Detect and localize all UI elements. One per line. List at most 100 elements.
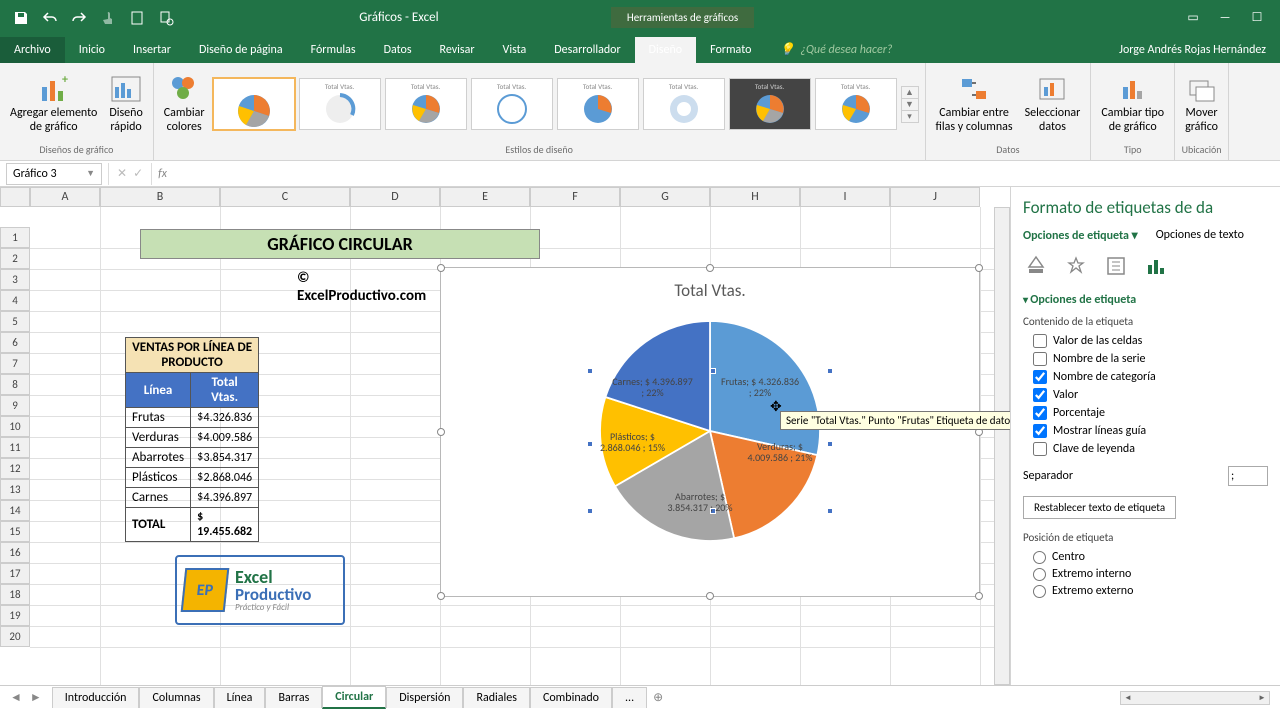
new-icon[interactable] [124, 5, 150, 31]
data-label[interactable]: Plásticos; $ 2.868.046 ; 15% [595, 431, 670, 453]
change-chart-type-button[interactable]: Cambiar tipo de gráfico [1097, 71, 1168, 137]
vertical-scrollbar[interactable] [994, 207, 1010, 685]
fill-line-icon[interactable] [1023, 253, 1049, 279]
tab-formulas[interactable]: Fórmulas [297, 37, 370, 63]
chart-style-7[interactable]: Total Vtas. [729, 78, 811, 130]
sheet-tab-radial[interactable]: Radiales [463, 687, 530, 708]
tab-nav-prev-icon[interactable]: ◄ [10, 690, 22, 705]
pane-tab-label-options[interactable]: Opciones de etiqueta ▾ [1023, 228, 1138, 243]
label-options-icon[interactable] [1143, 253, 1169, 279]
row-header[interactable]: 4 [0, 290, 30, 311]
row-header[interactable]: 2 [0, 248, 30, 269]
cancel-icon[interactable]: ✕ [117, 166, 127, 181]
chk-value[interactable]: Valor [1033, 388, 1268, 402]
chk-category-name[interactable]: Nombre de categoría [1033, 370, 1268, 384]
col-header[interactable]: H [710, 187, 800, 207]
chk-series-name[interactable]: Nombre de la serie [1033, 352, 1268, 366]
chk-legend-key[interactable]: Clave de leyenda [1033, 442, 1268, 456]
row-header[interactable]: 15 [0, 521, 30, 542]
sheet-tab-circular[interactable]: Circular [322, 686, 386, 709]
chart-style-2[interactable]: Total Vtas. [299, 78, 381, 130]
col-header[interactable]: D [350, 187, 440, 207]
row-header[interactable]: 10 [0, 416, 30, 437]
pie-chart[interactable]: Frutas; $ 4.326.836 ; 22% Verduras; $ 4.… [600, 321, 820, 541]
tell-me-search[interactable]: 💡¿Qué desea hacer? [765, 36, 1105, 63]
switch-row-column-button[interactable]: Cambiar entre filas y columnas [932, 71, 1017, 137]
move-chart-button[interactable]: Mover gráfico [1181, 71, 1222, 137]
print-preview-icon[interactable] [153, 5, 179, 31]
chart-title[interactable]: Total Vtas. [441, 280, 979, 301]
scroll-left-icon[interactable]: ◄ [1121, 692, 1135, 704]
chart-style-3[interactable]: Total Vtas. [385, 78, 467, 130]
tab-insert[interactable]: Insertar [119, 37, 185, 63]
redo-icon[interactable] [66, 5, 92, 31]
sheet-tab-combo[interactable]: Combinado [530, 687, 612, 708]
radio-inside-end[interactable]: Extremo interno [1033, 567, 1268, 581]
tab-design[interactable]: Diseño [635, 37, 696, 63]
style-scroll-up[interactable]: ▲ [902, 87, 918, 99]
col-header[interactable]: E [440, 187, 530, 207]
pane-tab-text-options[interactable]: Opciones de texto [1156, 228, 1244, 243]
row-header[interactable]: 18 [0, 584, 30, 605]
separator-input[interactable] [1228, 466, 1268, 486]
grid[interactable]: A B C D E F G H I J for(let i=1;i<=20;i+… [0, 187, 1010, 685]
row-header[interactable]: 3 [0, 269, 30, 290]
col-header[interactable]: G [620, 187, 710, 207]
tab-home[interactable]: Inicio [65, 37, 119, 63]
row-header[interactable]: 7 [0, 353, 30, 374]
sheet-tab-scatter[interactable]: Dispersión [386, 687, 463, 708]
change-colors-button[interactable]: Cambiar colores [160, 71, 209, 137]
pane-section-header[interactable]: Opciones de etiqueta [1023, 293, 1268, 307]
reset-label-text-button[interactable]: Restablecer texto de etiqueta [1023, 496, 1176, 519]
sheet-tab-more[interactable]: ... [612, 687, 647, 708]
col-header[interactable]: A [30, 187, 100, 207]
row-header[interactable]: 6 [0, 332, 30, 353]
sheet-tab-intro[interactable]: Introducción [52, 687, 140, 708]
save-icon[interactable] [8, 5, 34, 31]
quick-layout-button[interactable]: Diseño rápido [105, 71, 146, 137]
effects-icon[interactable] [1063, 253, 1089, 279]
style-scroll-more[interactable]: ▾ [902, 111, 918, 122]
add-chart-element-button[interactable]: +Agregar elemento de gráfico [6, 71, 101, 137]
col-header[interactable]: F [530, 187, 620, 207]
row-header[interactable]: 12 [0, 458, 30, 479]
row-header[interactable]: 13 [0, 479, 30, 500]
minimize-icon[interactable]: — [1210, 5, 1240, 31]
ribbon-options-icon[interactable]: ▭ [1178, 5, 1208, 31]
user-name[interactable]: Jorge Andrés Rojas Hernández [1105, 37, 1280, 63]
fx-icon[interactable]: fx [152, 167, 173, 181]
radio-outside-end[interactable]: Extremo externo [1033, 584, 1268, 598]
size-properties-icon[interactable] [1103, 253, 1129, 279]
touch-mode-icon[interactable] [95, 5, 121, 31]
select-all-cell[interactable] [0, 187, 30, 207]
tab-nav-next-icon[interactable]: ► [30, 690, 42, 705]
tab-data[interactable]: Datos [370, 37, 426, 63]
scroll-right-icon[interactable]: ► [1255, 692, 1269, 704]
undo-icon[interactable] [37, 5, 63, 31]
col-header[interactable]: J [890, 187, 980, 207]
sheet-tab-columns[interactable]: Columnas [139, 687, 213, 708]
row-header[interactable]: 17 [0, 563, 30, 584]
style-scroll-down[interactable]: ▼ [902, 99, 918, 111]
col-header[interactable]: C [220, 187, 350, 207]
chart-style-6[interactable]: Total Vtas. [643, 78, 725, 130]
tab-view[interactable]: Vista [489, 37, 541, 63]
name-box[interactable]: Gráfico 3▼ [6, 163, 102, 185]
maximize-icon[interactable]: ☐ [1242, 5, 1272, 31]
tab-developer[interactable]: Desarrollador [540, 37, 634, 63]
row-header[interactable]: 1 [0, 227, 30, 248]
horizontal-scrollbar[interactable]: ◄ ► [1120, 691, 1270, 705]
row-header[interactable]: 11 [0, 437, 30, 458]
tab-review[interactable]: Revisar [426, 37, 489, 63]
tab-file[interactable]: Archivo [0, 37, 65, 63]
col-header[interactable]: I [800, 187, 890, 207]
chart-style-4[interactable]: Total Vtas. [471, 78, 553, 130]
add-sheet-button[interactable]: ⊕ [647, 687, 669, 708]
row-header[interactable]: 5 [0, 311, 30, 332]
sheet-tab-bars[interactable]: Barras [265, 687, 322, 708]
radio-center[interactable]: Centro [1033, 550, 1268, 564]
row-header[interactable]: 14 [0, 500, 30, 521]
select-data-button[interactable]: Seleccionar datos [1021, 71, 1085, 137]
data-label[interactable]: Verduras; $ 4.009.586 ; 21% [740, 441, 820, 463]
data-label[interactable]: Carnes; $ 4.396.897 ; 22% [610, 376, 695, 398]
